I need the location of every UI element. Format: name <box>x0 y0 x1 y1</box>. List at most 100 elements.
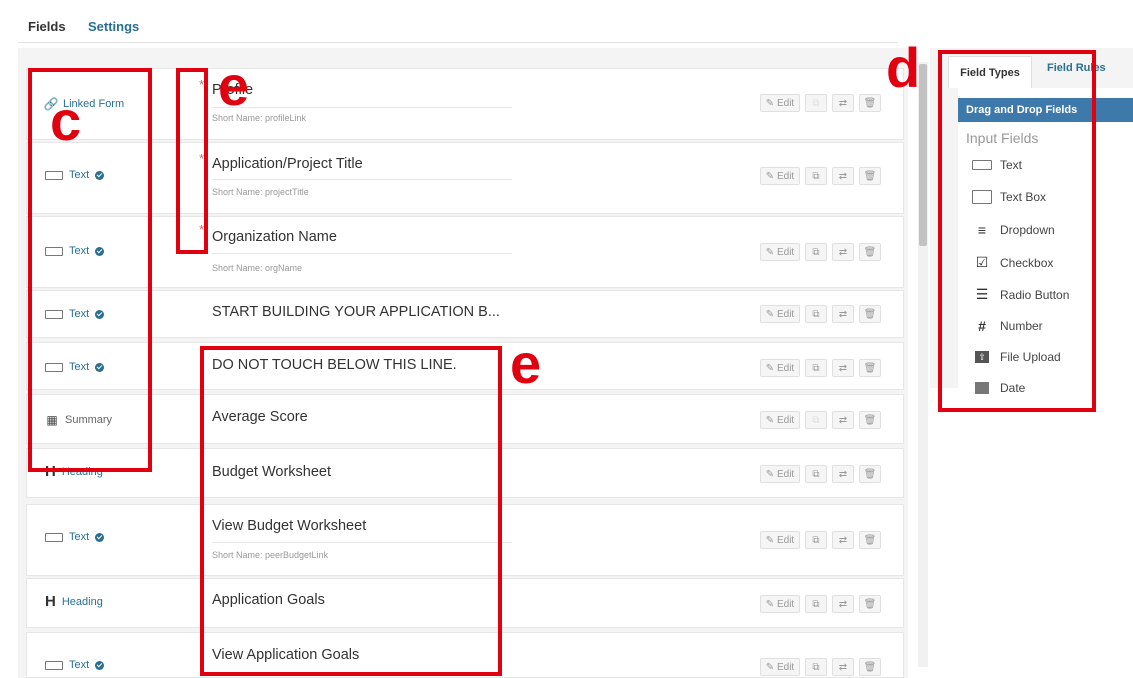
edit-button[interactable]: ✎ Edit <box>760 94 800 112</box>
pencil-icon: ✎ <box>765 308 777 320</box>
edit-button[interactable]: ✎ Edit <box>760 465 800 483</box>
annotation-box-d <box>938 50 1096 412</box>
copy-icon: ⧉ <box>812 661 820 673</box>
move-button[interactable]: ⇄ <box>832 658 854 676</box>
divider <box>212 107 512 108</box>
duplicate-button[interactable]: ⧉ <box>805 531 827 549</box>
delete-button[interactable]: 🗑 <box>859 411 881 429</box>
duplicate-button: ⧉ <box>805 411 827 429</box>
check-circle-icon <box>95 532 105 542</box>
annotation-letter-e-bottom: e <box>510 332 542 395</box>
edit-button[interactable]: ✎ Edit <box>760 595 800 613</box>
copy-icon: ⧉ <box>812 534 820 546</box>
duplicate-button[interactable]: ⧉ <box>805 167 827 185</box>
duplicate-button[interactable]: ⧉ <box>805 243 827 261</box>
pencil-icon: ✎ <box>765 414 777 426</box>
annotation-box-e-required <box>176 68 208 254</box>
field-short-name: Short Name: projectTitle <box>212 187 309 197</box>
row-actions: ✎ Edit ⧉ ⇄ 🗑 <box>760 243 881 261</box>
pencil-icon: ✎ <box>765 170 777 182</box>
annotation-box-c <box>28 68 152 472</box>
field-type-label: Text <box>69 659 90 671</box>
shuffle-icon: ⇄ <box>838 97 848 109</box>
divider <box>212 179 512 180</box>
textbox-icon <box>45 660 63 670</box>
field-type-label: Text <box>69 531 90 543</box>
shuffle-icon: ⇄ <box>838 414 848 426</box>
field-type-label: Heading <box>61 595 103 608</box>
shuffle-icon: ⇄ <box>838 246 848 258</box>
check-circle-icon <box>95 660 105 670</box>
row-actions: ✎ Edit ⧉ ⇄ 🗑 <box>760 595 881 613</box>
delete-button[interactable]: 🗑 <box>859 465 881 483</box>
row-actions: ✎ Edit ⧉ ⇄ 🗑 <box>760 167 881 185</box>
shuffle-icon: ⇄ <box>838 598 848 610</box>
field-type: Text <box>45 531 105 543</box>
shuffle-icon: ⇄ <box>838 468 848 480</box>
edit-button[interactable]: ✎ Edit <box>760 359 800 377</box>
trash-icon: 🗑 <box>863 97 877 109</box>
tab-fields[interactable]: Fields <box>28 19 66 34</box>
textbox-icon <box>45 532 63 542</box>
field-type: Text <box>45 659 105 671</box>
shuffle-icon: ⇄ <box>838 170 848 182</box>
annotation-box-e-titles <box>200 346 502 676</box>
duplicate-button[interactable]: ⧉ <box>805 465 827 483</box>
duplicate-button[interactable]: ⧉ <box>805 595 827 613</box>
edit-button[interactable]: ✎ Edit <box>760 411 800 429</box>
delete-button[interactable]: 🗑 <box>859 243 881 261</box>
pencil-icon: ✎ <box>765 661 777 673</box>
edit-button[interactable]: ✎ Edit <box>760 243 800 261</box>
edit-button[interactable]: ✎ Edit <box>760 531 800 549</box>
move-button[interactable]: ⇄ <box>832 465 854 483</box>
edit-button[interactable]: ✎ Edit <box>760 305 800 323</box>
row-actions: ✎ Edit ⧉ ⇄ 🗑 <box>760 658 881 676</box>
move-button[interactable]: ⇄ <box>832 359 854 377</box>
field-row[interactable]: Text START BUILDING YOUR APPLICATION B..… <box>26 290 904 338</box>
move-button[interactable]: ⇄ <box>832 531 854 549</box>
delete-button[interactable]: 🗑 <box>859 359 881 377</box>
field-title: START BUILDING YOUR APPLICATION B... <box>212 304 500 320</box>
divider <box>212 253 512 254</box>
field-row[interactable]: Text * Organization Name Short Name: org… <box>26 216 904 288</box>
delete-button[interactable]: 🗑 <box>859 595 881 613</box>
delete-button[interactable]: 🗑 <box>859 94 881 112</box>
row-actions: ✎ Edit ⧉ ⇄ 🗑 <box>760 411 881 429</box>
edit-button[interactable]: ✎ Edit <box>760 658 800 676</box>
trash-icon: 🗑 <box>863 534 877 546</box>
row-actions: ✎ Edit ⧉ ⇄ 🗑 <box>760 94 881 112</box>
move-button[interactable]: ⇄ <box>832 305 854 323</box>
copy-icon: ⧉ <box>812 468 820 480</box>
trash-icon: 🗑 <box>863 414 877 426</box>
pencil-icon: ✎ <box>765 468 777 480</box>
copy-icon: ⧉ <box>812 97 820 109</box>
copy-icon: ⧉ <box>812 170 820 182</box>
copy-icon: ⧉ <box>812 414 820 426</box>
edit-button[interactable]: ✎ Edit <box>760 167 800 185</box>
delete-button[interactable]: 🗑 <box>859 167 881 185</box>
copy-icon: ⧉ <box>812 362 820 374</box>
copy-icon: ⧉ <box>812 308 820 320</box>
row-actions: ✎ Edit ⧉ ⇄ 🗑 <box>760 531 881 549</box>
delete-button[interactable]: 🗑 <box>859 531 881 549</box>
move-button[interactable]: ⇄ <box>832 243 854 261</box>
field-row[interactable]: 🔗 Linked Form * Profile Short Name: prof… <box>26 68 904 140</box>
delete-button[interactable]: 🗑 <box>859 658 881 676</box>
duplicate-button[interactable]: ⧉ <box>805 305 827 323</box>
trash-icon: 🗑 <box>863 468 877 480</box>
field-title: Organization Name <box>212 229 337 245</box>
move-button[interactable]: ⇄ <box>832 94 854 112</box>
move-button[interactable]: ⇄ <box>832 167 854 185</box>
annotation-letter-e-top: e <box>218 54 250 117</box>
trash-icon: 🗑 <box>863 661 877 673</box>
duplicate-button[interactable]: ⧉ <box>805 359 827 377</box>
copy-icon: ⧉ <box>812 598 820 610</box>
field-row[interactable]: Text * Application/Project Title Short N… <box>26 142 904 214</box>
field-title: Application/Project Title <box>212 156 363 172</box>
move-button[interactable]: ⇄ <box>832 411 854 429</box>
duplicate-button[interactable]: ⧉ <box>805 658 827 676</box>
delete-button[interactable]: 🗑 <box>859 305 881 323</box>
row-actions: ✎ Edit ⧉ ⇄ 🗑 <box>760 465 881 483</box>
tab-settings[interactable]: Settings <box>88 19 139 34</box>
move-button[interactable]: ⇄ <box>832 595 854 613</box>
